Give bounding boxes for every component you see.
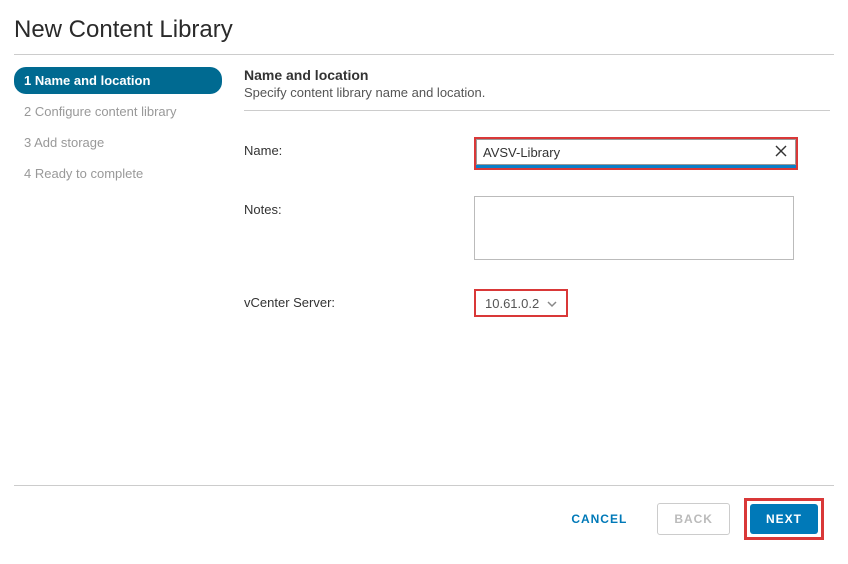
name-input[interactable] (477, 140, 771, 164)
back-button: BACK (657, 503, 730, 535)
new-content-library-dialog: New Content Library 1 Name and location … (0, 0, 848, 564)
section-heading: Name and location (244, 67, 830, 83)
wizard-content: Name and location Specify content librar… (230, 55, 834, 485)
clear-icon[interactable] (773, 144, 789, 160)
next-button[interactable]: NEXT (750, 504, 818, 534)
row-notes: Notes: (244, 196, 830, 263)
highlight-name (474, 137, 798, 170)
chevron-down-icon (547, 296, 557, 311)
vcenter-control: 10.61.0.2 (474, 289, 814, 317)
wizard-steps: 1 Name and location 2 Configure content … (14, 55, 230, 485)
notes-input[interactable] (474, 196, 794, 260)
vcenter-label: vCenter Server: (244, 289, 474, 310)
row-vcenter: vCenter Server: 10.61.0.2 (244, 289, 830, 317)
step-ready-to-complete: 4 Ready to complete (14, 160, 222, 187)
step-add-storage: 3 Add storage (14, 129, 222, 156)
step-configure-content-library: 2 Configure content library (14, 98, 222, 125)
vcenter-select[interactable]: 10.61.0.2 (476, 291, 566, 315)
row-name: Name: (244, 137, 830, 170)
section-divider (244, 110, 830, 111)
name-label: Name: (244, 137, 474, 158)
highlight-vcenter: 10.61.0.2 (474, 289, 568, 317)
name-control (474, 137, 814, 170)
vcenter-value: 10.61.0.2 (485, 296, 539, 311)
focus-underline (476, 165, 796, 168)
notes-control (474, 196, 814, 263)
cancel-button[interactable]: CANCEL (555, 504, 643, 534)
dialog-footer: CANCEL BACK NEXT (14, 485, 834, 552)
notes-label: Notes: (244, 196, 474, 217)
step-name-and-location[interactable]: 1 Name and location (14, 67, 222, 94)
dialog-title: New Content Library (14, 16, 834, 44)
section-subheading: Specify content library name and locatio… (244, 85, 830, 100)
name-input-wrap (476, 139, 796, 165)
dialog-body: 1 Name and location 2 Configure content … (14, 55, 834, 485)
highlight-next: NEXT (744, 498, 824, 540)
